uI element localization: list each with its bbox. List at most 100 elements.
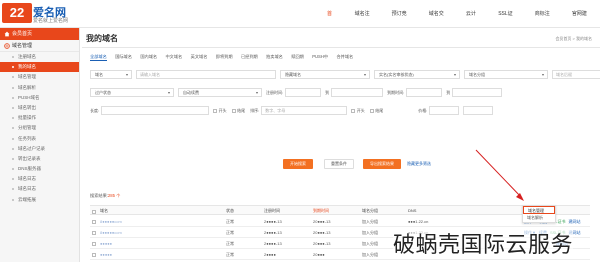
col-group: 域名分组: [362, 208, 378, 213]
exp-time-end[interactable]: [452, 88, 503, 97]
suffix-input[interactable]: 域名后缀: [552, 70, 600, 79]
nav-trademark[interactable]: 商标注册: [526, 0, 563, 45]
tab-redemption[interactable]: 赎回期: [291, 53, 304, 61]
sort-input[interactable]: 数字、字母: [261, 106, 348, 115]
domain-cell[interactable]: 8●●●●●com: [100, 227, 122, 238]
tab-all[interactable]: 全部域名: [90, 53, 107, 61]
menu-item-resolve[interactable]: 域名解析: [523, 214, 555, 222]
exp-time-start[interactable]: [406, 88, 443, 97]
domain-search-input[interactable]: 请输入域名: [136, 70, 276, 79]
starts-with-label-a: 开头: [218, 107, 227, 113]
starts-with-checkbox-a[interactable]: [213, 108, 218, 113]
tab-push[interactable]: PUSH中: [312, 53, 328, 61]
tab-chinese[interactable]: 中文域名: [165, 53, 182, 61]
exp-time-cell: 20●●●-13: [313, 219, 331, 224]
hide-filters-link[interactable]: 隐藏更多筛选: [407, 159, 431, 169]
reg-time-label: 注册时间:: [266, 89, 284, 95]
tab-auction[interactable]: 拍卖域名: [266, 53, 283, 61]
row-checkbox[interactable]: [92, 252, 96, 257]
row-checkbox[interactable]: [92, 241, 96, 246]
col-exp-time[interactable]: 到期时间: [313, 206, 329, 216]
domain-tabs: 全部域名 国际域名 国内域名 中文域名 英文域名 即将到期 已经到期 拍卖域名 …: [90, 53, 362, 61]
sidebar-group-domain[interactable]: 域名管理: [0, 40, 79, 52]
sidebar-item-register[interactable]: 注册域名: [0, 52, 79, 62]
sidebar: 会员首页 域名管理 注册域名 我的域名 域名管理 域名解析 PUSH域名 域名转…: [0, 28, 80, 262]
reg-time-cell: 2●●●●-13: [264, 241, 282, 246]
group-cell[interactable]: 加入分组: [362, 238, 378, 249]
tab-merged[interactable]: 合并域名: [336, 53, 353, 61]
sidebar-item-transfer-log[interactable]: 转出记录表: [0, 154, 79, 164]
nav-cloud[interactable]: 云计算: [457, 0, 489, 45]
status-cell: 正常: [226, 241, 234, 246]
sidebar-item-batch[interactable]: 批量操作: [0, 113, 79, 123]
page-title: 我的域名: [86, 34, 118, 43]
nav-website[interactable]: 官网建站: [563, 0, 600, 45]
sidebar-item-groups[interactable]: 分组管理: [0, 123, 79, 133]
table-row: 8●●●●●com 正常 2●●●●-13 20●●●-13 加入分组 ●●●1…: [90, 216, 590, 227]
col-domain[interactable]: 域名: [100, 206, 108, 216]
group-cell[interactable]: 加入分组: [362, 249, 378, 260]
ends-with-checkbox-b[interactable]: [369, 108, 374, 113]
auto-renew-value: 自动续费: [183, 90, 199, 95]
nav-bid[interactable]: 预订竞价: [383, 0, 420, 45]
breadcrumb[interactable]: 会员首页 > 我的域名: [555, 36, 592, 42]
sidebar-item-log-a[interactable]: 域名日志: [0, 174, 79, 184]
sidebar-item-tasks[interactable]: 任务列表: [0, 134, 79, 144]
realname-select[interactable]: 实名(实名审核状态): [374, 70, 460, 79]
dns-cell: ●●●1.22.cn: [408, 219, 429, 224]
row-checkbox[interactable]: [92, 219, 96, 224]
nav-ssl[interactable]: SSL证书: [489, 0, 526, 45]
tab-expiring[interactable]: 即将到期: [216, 53, 233, 61]
group-cell[interactable]: 加入分组: [362, 216, 378, 227]
transfer-status-select[interactable]: 过户状态: [90, 88, 174, 97]
domain-cell[interactable]: ●●●●●: [100, 249, 112, 260]
export-button[interactable]: 导出搜索结果: [363, 159, 401, 169]
sidebar-item-dns-servers[interactable]: DNS服务器: [0, 164, 79, 174]
sidebar-item-log-b[interactable]: 域名日志: [0, 184, 79, 194]
exp-time-label: 到期时间:: [387, 89, 405, 95]
tab-cn[interactable]: 国内域名: [140, 53, 157, 61]
nav-home[interactable]: 首页: [318, 0, 346, 45]
domain-cell[interactable]: 8●●●●●com: [100, 216, 122, 227]
reg-time-end[interactable]: [331, 88, 384, 97]
build-site-link[interactable]: 建网站: [569, 216, 581, 227]
col-reg-time[interactable]: 注册时间: [264, 206, 280, 216]
result-count-label: 搜索结果:: [90, 193, 108, 198]
tab-english[interactable]: 英文域名: [191, 53, 208, 61]
reg-time-cell: 2●●●●-13: [264, 219, 282, 224]
length-input[interactable]: [101, 106, 210, 115]
sidebar-item-dns-resolve[interactable]: 域名解析: [0, 83, 79, 93]
reset-button[interactable]: 重置条件: [324, 159, 354, 169]
result-count-value: 285 个: [107, 193, 121, 198]
sidebar-item-owner-change[interactable]: 域名过户记录: [0, 144, 79, 154]
nav-domain-register[interactable]: 域名注册: [346, 0, 383, 45]
domain-cell[interactable]: ●●●●●: [100, 238, 112, 249]
chevron-down-icon: [168, 92, 170, 94]
price-max-input[interactable]: [463, 106, 494, 115]
row-checkbox[interactable]: [92, 230, 96, 235]
sidebar-item-push[interactable]: PUSH域名: [0, 93, 79, 103]
starts-with-checkbox-b[interactable]: [351, 108, 356, 113]
menu-item-manage[interactable]: 域名管理: [523, 206, 555, 214]
hidden-domain-select[interactable]: 隐藏域名: [280, 70, 370, 79]
sidebar-home-label: 会员首页: [12, 31, 33, 37]
search-button[interactable]: 开始搜索: [283, 159, 313, 169]
sidebar-home[interactable]: 会员首页: [0, 28, 79, 40]
status-cell: 正常: [226, 219, 234, 224]
nav-domain-trade[interactable]: 域名交易: [420, 0, 457, 45]
select-all-checkbox[interactable]: [92, 209, 96, 214]
sidebar-item-cloud[interactable]: 云端拓展: [0, 195, 79, 205]
sidebar-item-my-domains[interactable]: 我的域名: [0, 62, 79, 73]
sidebar-item-transfer-out[interactable]: 域名转出: [0, 103, 79, 113]
ends-with-checkbox-a[interactable]: [231, 108, 236, 113]
domain-type-select[interactable]: 域名: [90, 70, 132, 79]
price-min-input[interactable]: [429, 106, 460, 115]
domain-group-select[interactable]: 域名分组: [464, 70, 548, 79]
reg-time-start[interactable]: [285, 88, 322, 97]
tab-intl[interactable]: 国际域名: [115, 53, 132, 61]
auto-renew-select[interactable]: 自动续费: [178, 88, 262, 97]
sidebar-item-manage[interactable]: 域名管理: [0, 72, 79, 82]
group-cell[interactable]: 加入分组: [362, 227, 378, 238]
site-logo[interactable]: 22 爱名网 爱名就上爱名网: [2, 2, 82, 26]
tab-expired[interactable]: 已经到期: [241, 53, 258, 61]
